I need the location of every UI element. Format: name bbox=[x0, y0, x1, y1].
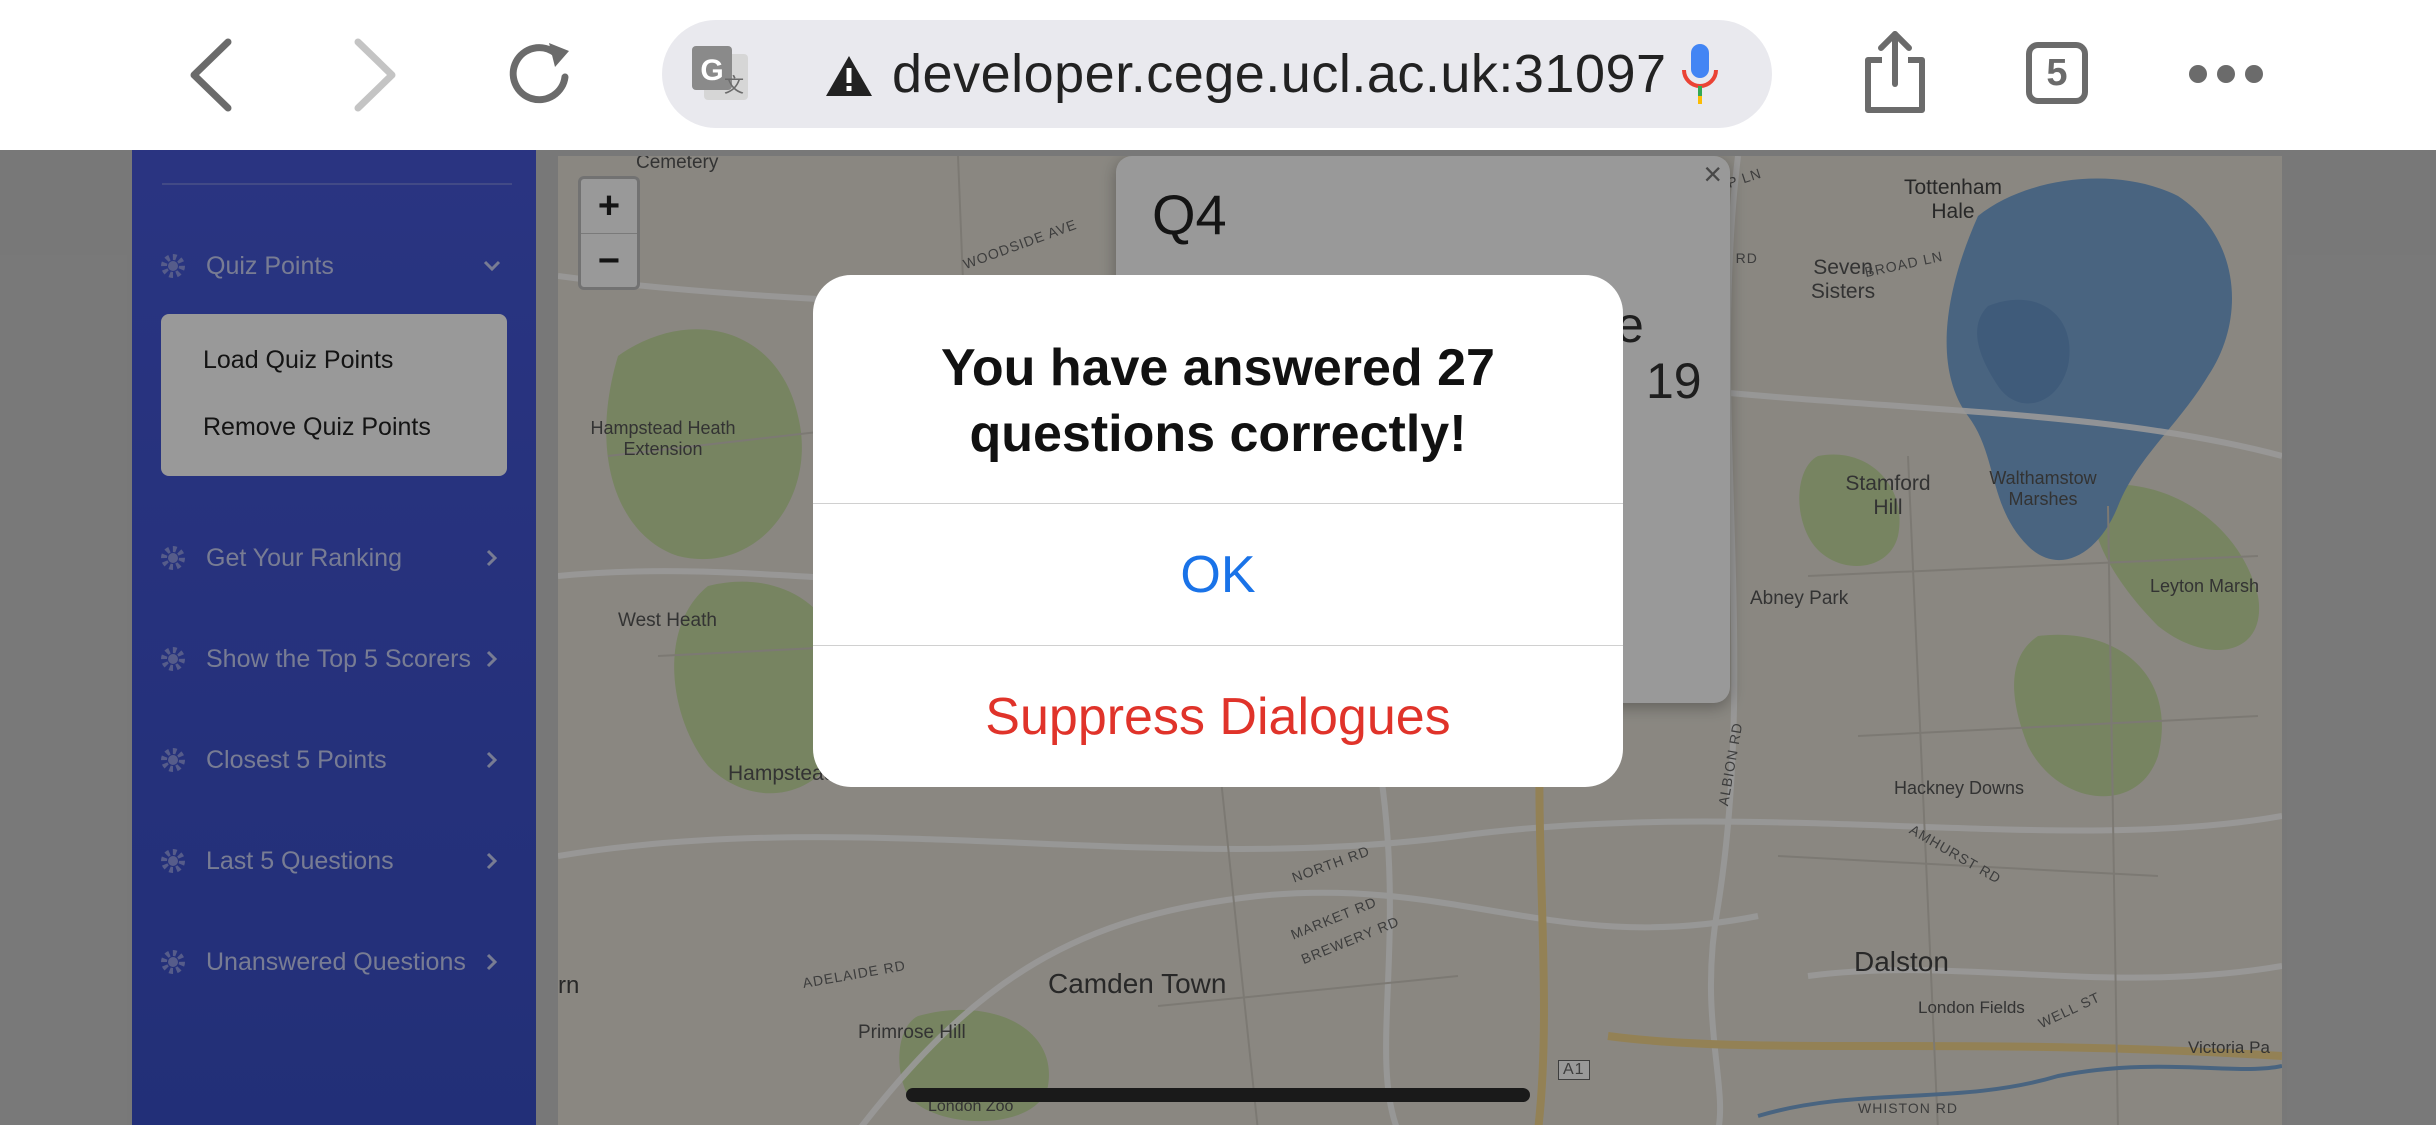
tabs-icon[interactable]: 5 bbox=[2026, 42, 2088, 104]
alert-message: You have answered 27 questions correctly… bbox=[813, 335, 1623, 467]
svg-text:G: G bbox=[700, 54, 723, 87]
microphone-icon[interactable] bbox=[1680, 42, 1720, 108]
warning-icon bbox=[824, 54, 874, 98]
suppress-dialogues-button[interactable]: Suppress Dialogues bbox=[813, 645, 1623, 787]
alert-dialog: You have answered 27 questions correctly… bbox=[813, 275, 1623, 787]
address-bar[interactable]: G 文 developer.cege.ucl.ac.uk:31097 bbox=[662, 20, 1772, 128]
forward-icon[interactable] bbox=[330, 30, 420, 120]
more-icon[interactable] bbox=[2186, 62, 2266, 86]
ok-button[interactable]: OK bbox=[813, 503, 1623, 646]
share-icon[interactable] bbox=[1860, 30, 1930, 114]
alert-message-line: questions correctly! bbox=[969, 405, 1467, 463]
browser-toolbar: G 文 developer.cege.ucl.ac.uk:31097 5 bbox=[0, 0, 2436, 151]
reload-icon[interactable] bbox=[496, 30, 586, 120]
back-icon[interactable] bbox=[166, 30, 256, 120]
alert-message-line: You have answered 27 bbox=[941, 339, 1495, 397]
url-text: developer.cege.ucl.ac.uk:31097 bbox=[892, 44, 1667, 104]
translate-icon[interactable]: G 文 bbox=[688, 42, 752, 106]
svg-text:文: 文 bbox=[724, 73, 744, 97]
home-indicator[interactable] bbox=[906, 1088, 1530, 1102]
